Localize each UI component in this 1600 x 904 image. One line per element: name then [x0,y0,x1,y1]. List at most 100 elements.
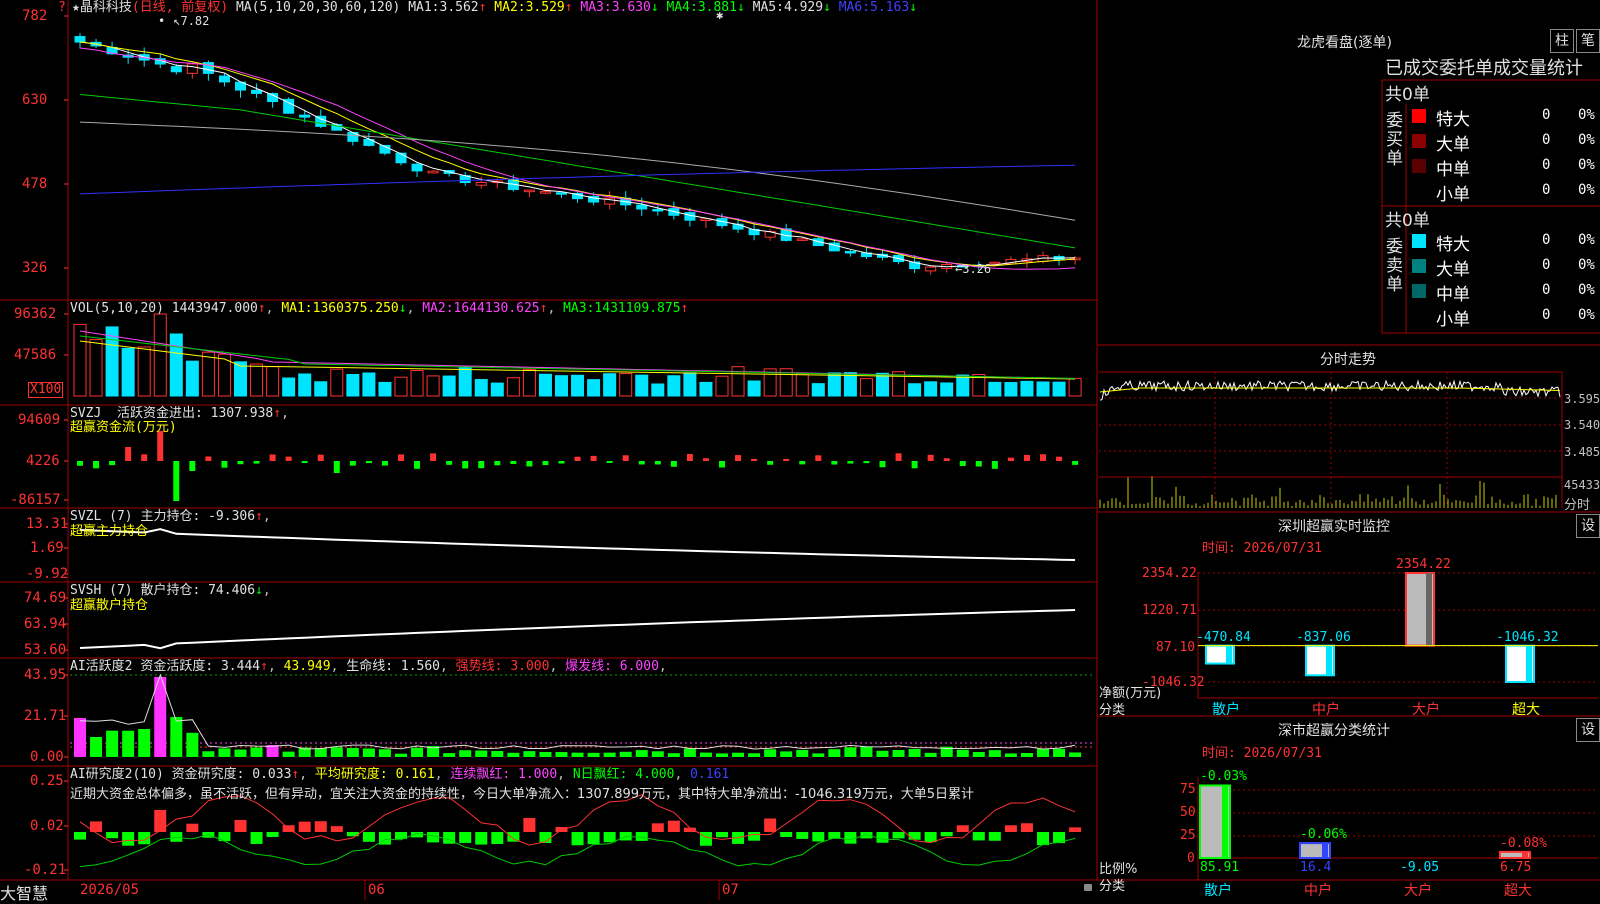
research-bar [362,832,375,842]
activity-bar [475,750,488,757]
stock-name[interactable]: 晶科科技 [80,0,132,15]
period-note[interactable]: (日线, 前复权) [132,0,228,15]
ma5-arrow: ↓ [823,0,831,15]
svsh-header: SVSH (7) 散户持仓: 74.406↓, [70,583,271,598]
candle [74,36,86,43]
activity-bar [828,749,841,757]
sz-class-category: 散户 [1204,883,1232,899]
price-charts[interactable] [0,0,1600,900]
research-bar [170,832,183,842]
tab-tick[interactable]: 笔 [1576,29,1600,53]
fund-flow-bar [317,454,324,461]
research-bar [796,832,809,839]
research-bar [988,832,1001,841]
research-bar [298,821,311,832]
sz-class-value-label: -9.05 [1400,860,1440,875]
volume-bar [571,374,585,397]
panel-toggle-icon[interactable]: ? [58,0,66,16]
buy-row-name: 大单 [1436,135,1470,155]
sz-class-y3: 0 [1187,851,1195,866]
activity-bar [314,747,327,757]
svzj-y-mid: 4226 [26,453,60,469]
volume-bar [843,372,857,397]
volume-bar [683,372,697,397]
activity-bar [924,752,937,757]
volume-bar [378,381,392,397]
ma3-value: 3.630 [611,0,651,15]
svsh-title: 超赢散户持仓 [70,598,149,613]
volume-bar [266,366,280,397]
volume-bar [458,367,472,397]
research-bar [780,832,793,837]
activity-bar [1069,752,1082,757]
activity-bar [74,718,86,757]
x-label-may: 2026/05 [80,882,140,898]
ai2-y-bot: -0.21 [24,862,67,878]
research-bar [651,823,664,832]
sz-monitor-value-label: 2354.22 [1396,557,1451,572]
sz-monitor-category: 超大 [1512,702,1540,718]
fund-flow-bar [911,461,918,469]
volume-bar [250,363,264,397]
y-label-326: 326 [22,260,48,276]
activity-bar [635,750,648,757]
fund-flow-bar [93,461,100,469]
intraday-price-line [1099,379,1561,401]
activity-bar [491,750,504,757]
intraday-title[interactable]: 分时走势 [1320,349,1376,369]
activity-bar [732,752,745,757]
sz-monitor-xlabel: 分类 [1099,703,1126,718]
intraday-y-bot: 3.485 [1564,445,1600,459]
svsh-y-bot: 53.60 [24,642,67,658]
ma1-line [79,41,1076,268]
activity-bar [250,747,263,757]
fund-flow-bar [414,461,421,469]
sell-row-count: 0 [1542,307,1551,323]
candle [989,261,1001,265]
lock-icon[interactable] [1084,884,1092,891]
research-bar [924,832,937,843]
activity-bar [507,752,520,757]
ai2-v1: 0.033 [252,767,292,782]
research-bar [699,832,712,846]
intraday-y-mid: 3.540 [1564,418,1600,432]
sz-class-settings-button[interactable]: 设 [1576,718,1600,742]
ma4-label: MA4: [666,0,698,15]
volume-bar [442,375,456,397]
vol-ma1-value: 1360375.250 [312,301,399,316]
svzj-y-top: 94609 [18,412,61,428]
fund-flow-bar [526,461,533,467]
volume-bar [426,375,440,397]
vol-unit-badge[interactable]: X100 [28,382,64,398]
ai1-header: AI活跃度2 资金活跃度: 3.444↑, 43.949, 生命线: 1.560… [70,659,667,674]
buy-row-count: 0 [1542,107,1551,123]
activity-bar [683,748,696,757]
activity-bar [378,749,391,757]
fund-flow-bar [831,461,838,465]
volume-bar [394,376,408,397]
fund-flow-bar [879,461,886,468]
vol-ma1-label: MA1: [281,301,313,316]
activity-bar [186,732,199,757]
fund-flow-bar [542,461,549,466]
activity-bar [716,753,728,757]
activity-bar [170,717,183,757]
volume-bar [555,375,568,397]
sz-monitor-y2: 87.10 [1156,640,1196,655]
fund-flow-bar [622,455,629,461]
research-bar [764,818,777,832]
volume-bar [330,368,344,397]
sz-monitor-settings-button[interactable]: 设 [1576,514,1600,538]
tab-bar[interactable]: 柱 [1550,29,1574,53]
favorite-star-icon[interactable]: ★ [72,0,80,15]
intraday-vol-max: 45433 [1564,478,1600,492]
svsh-y-mid: 63.94 [24,616,67,632]
sz-monitor-y0: 2354.22 [1142,566,1197,581]
research-bar [908,832,921,840]
activity-bar [667,753,680,757]
sz-class-category: 超大 [1504,883,1532,899]
vol-y-96362: 96362 [14,306,57,322]
volume-bar [908,383,922,397]
volume-bar [185,360,199,397]
ma6-arrow: ↓ [909,0,918,15]
